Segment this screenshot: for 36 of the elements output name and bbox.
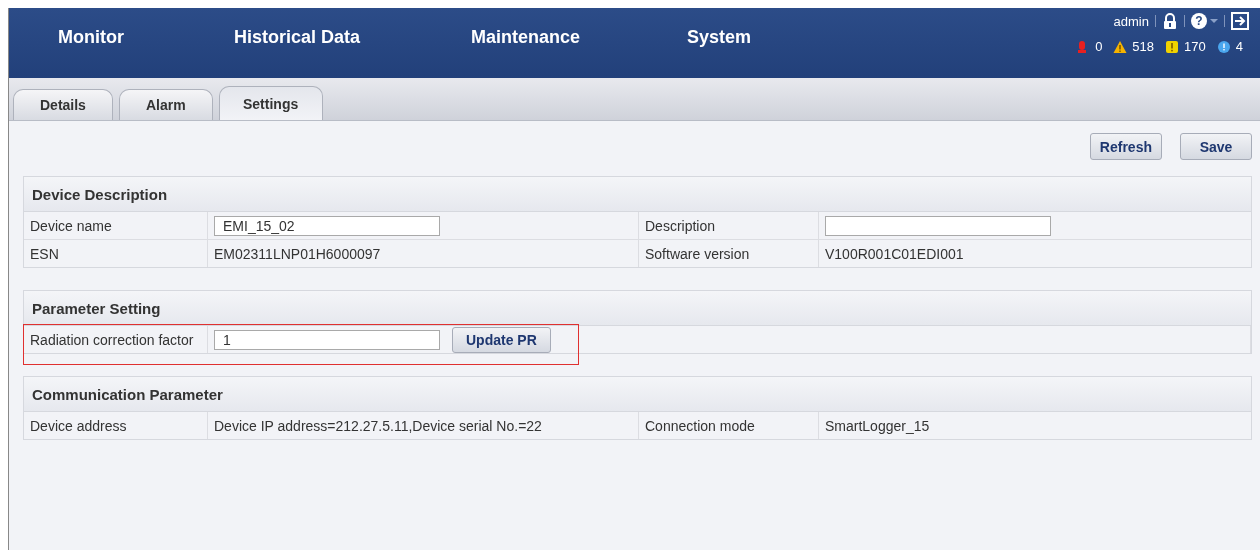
- logout-icon: [1231, 12, 1249, 30]
- input-field[interactable]: [825, 215, 1051, 236]
- tab[interactable]: Settings: [218, 86, 323, 120]
- input-field[interactable]: EMI_15_02: [214, 215, 440, 236]
- info-circle-icon: [1216, 39, 1231, 54]
- tab[interactable]: Alarm: [118, 89, 213, 120]
- alarm-count[interactable]: 4: [1235, 39, 1243, 54]
- exclamation-square-icon: [1165, 39, 1180, 54]
- alarm-count[interactable]: 0: [1095, 39, 1103, 54]
- field-label: Radiation correction factor: [24, 326, 208, 353]
- nav-menu-item[interactable]: Historical Data: [234, 27, 471, 48]
- update-button[interactable]: Update PR: [452, 326, 551, 353]
- field-label: Device address: [24, 412, 208, 439]
- field-label: Software version: [639, 240, 819, 267]
- nav-menu-item[interactable]: Maintenance: [471, 27, 687, 48]
- nav-menu-item[interactable]: Monitor: [58, 27, 234, 48]
- field-label: ESN: [24, 240, 208, 267]
- field-label: Connection mode: [639, 412, 819, 439]
- nav-menu-item[interactable]: System: [687, 27, 752, 48]
- action-button[interactable]: Refresh: [1089, 133, 1162, 160]
- caret-icon: [1210, 18, 1218, 24]
- user-name[interactable]: admin: [1113, 13, 1149, 29]
- action-button[interactable]: Save: [1180, 133, 1252, 160]
- help-icon[interactable]: ?: [1191, 13, 1207, 29]
- field-label: Description: [639, 212, 819, 239]
- field-label: Device name: [24, 212, 208, 239]
- input-field[interactable]: 1: [214, 329, 440, 350]
- alarm-count[interactable]: 518: [1132, 39, 1155, 54]
- lock-icon: [1162, 13, 1178, 29]
- field-value: EM02311LNP01H6000097: [208, 240, 639, 267]
- field-value: SmartLogger_15: [824, 416, 931, 436]
- tab[interactable]: Details: [13, 89, 113, 120]
- field-value: V100R001C01EDI001: [824, 244, 965, 264]
- alarm-count[interactable]: 170: [1184, 39, 1206, 54]
- warning-triangle-icon: [1113, 39, 1128, 54]
- field-value: Device IP address=212.27.5.11,Device serial No.=22: [208, 412, 639, 439]
